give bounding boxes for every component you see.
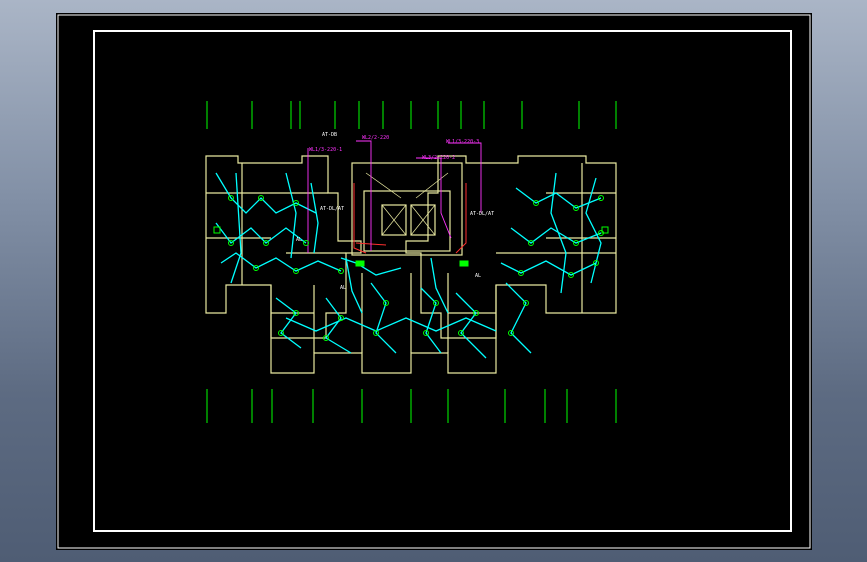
- outer-frame: [57, 14, 811, 549]
- panel-label-al-top: AL: [296, 237, 302, 243]
- inner-frame: [93, 30, 792, 532]
- feeder-label-1: WL1/3-220-1: [309, 147, 342, 153]
- panel-label-at-db: AT-DB: [322, 132, 337, 138]
- panel-label-at-left: AT-DL/AT: [320, 206, 344, 212]
- feeder-label-4: WL1/3-220-3: [446, 139, 479, 145]
- elevator-shafts: [365, 172, 449, 236]
- top-axis-ticks: [206, 101, 617, 129]
- cad-viewport[interactable]: AT-DB AL AL AL AT-DL/AT AT-DL/AT WL1/3-2…: [56, 13, 812, 550]
- floor-plan-drawing: AT-DB AL AL AL AT-DL/AT AT-DL/AT WL1/3-2…: [57, 14, 811, 549]
- feeder-label-2: WL2/2-220: [362, 135, 389, 141]
- feeder-label-3: WL3/2-220-2: [422, 155, 455, 161]
- bottom-axis-ticks: [206, 389, 617, 423]
- panel-label-al-right: AL: [475, 273, 481, 279]
- feeder-label-group: WL1/3-220-1 WL2/2-220 WL3/2-220-2 WL1/3-…: [309, 135, 479, 161]
- panel-label-al-left: AL: [340, 285, 346, 291]
- wiring-runs: [215, 172, 602, 359]
- panel-label-at-right: AT-DL/AT: [470, 211, 494, 217]
